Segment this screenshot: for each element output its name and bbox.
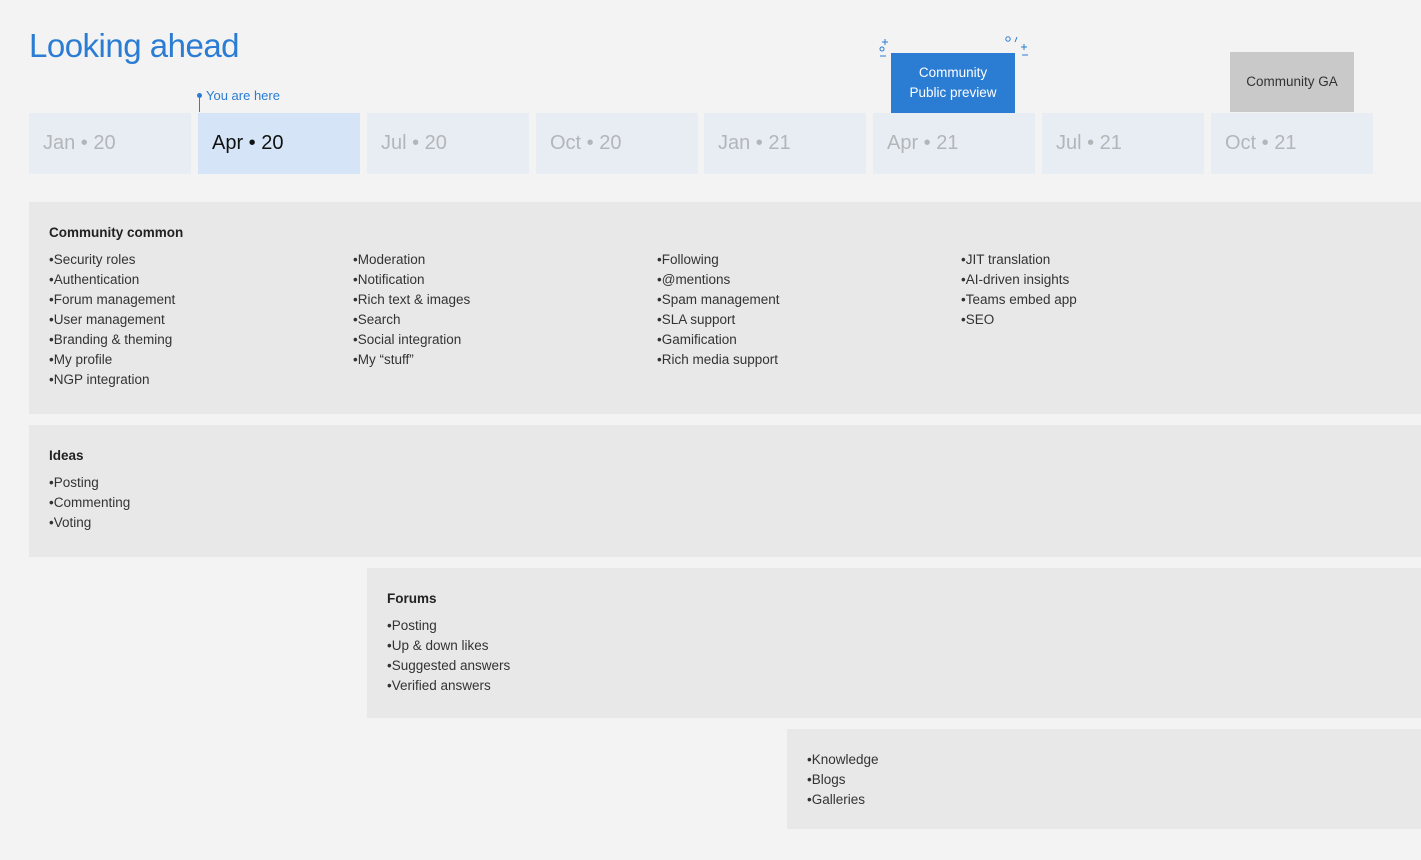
feature-list: Posting Up & down likes Suggested answer…: [387, 616, 511, 696]
list-item: AI-driven insights: [961, 270, 1077, 290]
milestone-label: Community GA: [1246, 74, 1338, 89]
list-item: Suggested answers: [387, 656, 511, 676]
band-content: Knowledge Blogs Galleries: [787, 729, 1421, 829]
list-item: Search: [353, 310, 470, 330]
list-item: User management: [49, 310, 175, 330]
list-item: My “stuff”: [353, 350, 470, 370]
band-title: Community common: [49, 225, 184, 240]
feature-list: Posting Commenting Voting: [49, 473, 131, 533]
list-item: Posting: [49, 473, 130, 493]
feature-list: Moderation Notification Rich text & imag…: [353, 250, 471, 370]
you-are-here-label: You are here: [206, 88, 280, 103]
list-item: Following: [657, 250, 780, 270]
list-item: Gamification: [657, 330, 780, 350]
list-item: Posting: [387, 616, 510, 636]
list-item: Blogs: [807, 770, 879, 790]
feature-list: Security roles Authentication Forum mana…: [49, 250, 176, 390]
band-community-common: Community common Security roles Authenti…: [29, 202, 1421, 414]
list-item: SEO: [961, 310, 1077, 330]
list-item: @mentions: [657, 270, 780, 290]
list-item: Galleries: [807, 790, 879, 810]
band-title: Ideas: [49, 448, 84, 463]
you-are-here-marker: You are here: [197, 88, 318, 113]
list-item: Up & down likes: [387, 636, 510, 656]
timeline-period: Jan • 20: [29, 113, 191, 174]
feature-list: JIT translation AI-driven insights Teams…: [961, 250, 1077, 330]
timeline-period: Oct • 20: [536, 113, 698, 174]
milestone-public-preview: Community Public preview: [891, 53, 1015, 113]
band-title: Forums: [387, 591, 437, 606]
list-item: Teams embed app: [961, 290, 1077, 310]
feature-list: Following @mentions Spam management SLA …: [657, 250, 780, 370]
timeline-period: Jan • 21: [704, 113, 866, 174]
list-item: Commenting: [49, 493, 131, 513]
list-item: Notification: [353, 270, 470, 290]
timeline-period: Jul • 20: [367, 113, 529, 174]
list-item: Branding & theming: [49, 330, 175, 350]
timeline-period: Oct • 21: [1211, 113, 1373, 174]
list-item: JIT translation: [961, 250, 1077, 270]
timeline-period-current: Apr • 20: [198, 113, 360, 174]
band-forums: Forums Posting Up & down likes Suggested…: [367, 568, 1421, 718]
list-item: Social integration: [353, 330, 470, 350]
list-item: Rich text & images: [353, 290, 471, 310]
list-item: Moderation: [353, 250, 470, 270]
list-item: SLA support: [657, 310, 780, 330]
list-item: Forum management: [49, 290, 176, 310]
list-item: Authentication: [49, 270, 175, 290]
band-ideas: Ideas Posting Commenting Voting: [29, 425, 1421, 557]
list-item: Rich media support: [657, 350, 780, 370]
feature-list: Knowledge Blogs Galleries: [807, 750, 879, 810]
list-item: Knowledge: [807, 750, 879, 770]
marker-stem: [199, 96, 200, 112]
list-item: NGP integration: [49, 370, 175, 390]
milestone-label: Community Public preview: [909, 65, 997, 100]
timeline-period: Jul • 21: [1042, 113, 1204, 174]
list-item: My profile: [49, 350, 175, 370]
page-title: Looking ahead: [29, 27, 240, 64]
milestone-ga: Community GA: [1230, 52, 1354, 112]
list-item: Verified answers: [387, 676, 510, 696]
list-item: Security roles: [49, 250, 175, 270]
list-item: Spam management: [657, 290, 780, 310]
list-item: Voting: [49, 513, 130, 533]
timeline-period: Apr • 21: [873, 113, 1035, 174]
